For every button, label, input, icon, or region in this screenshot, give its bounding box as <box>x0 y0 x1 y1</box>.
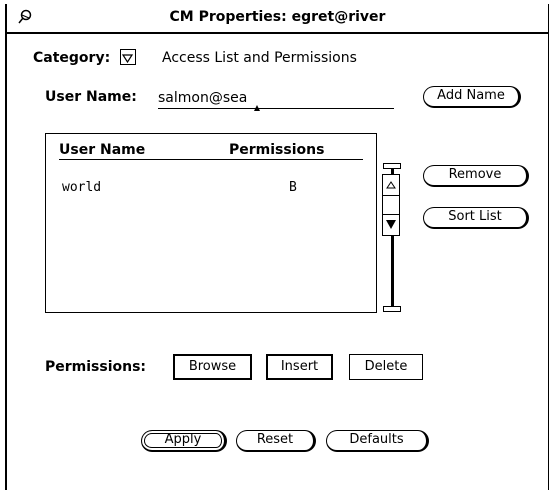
column-header-permissions: Permissions <box>229 142 325 158</box>
text-caret-icon <box>254 105 260 111</box>
title-bar[interactable]: CM Properties: egret@river <box>7 4 548 34</box>
category-value: Access List and Permissions <box>162 50 357 66</box>
list-item-user: world <box>62 180 102 195</box>
apply-button[interactable]: Apply <box>141 430 227 452</box>
permissions-label: Permissions: <box>45 359 147 375</box>
scroll-down-button[interactable] <box>383 215 399 235</box>
user-name-input[interactable] <box>158 88 394 109</box>
insert-permission-toggle[interactable]: Insert <box>266 354 333 380</box>
reset-button[interactable]: Reset <box>236 430 316 452</box>
scroll-up-button[interactable] <box>383 175 399 196</box>
sort-list-button[interactable]: Sort List <box>423 207 529 229</box>
scrollbar-elevator[interactable] <box>382 174 400 236</box>
access-list: User Name Permissions world B <box>45 133 377 313</box>
list-item[interactable]: world B <box>59 180 359 200</box>
list-item-permissions: B <box>289 180 297 195</box>
category-label: Category: <box>33 50 111 66</box>
defaults-button[interactable]: Defaults <box>326 430 429 452</box>
user-name-label: User Name: <box>45 89 137 105</box>
delete-permission-toggle[interactable]: Delete <box>349 354 423 380</box>
menu-triangle-icon <box>121 54 134 64</box>
scrollbar-top-cable-anchor[interactable] <box>383 163 401 169</box>
list-header-divider <box>59 159 363 160</box>
column-header-user-name: User Name <box>59 142 146 158</box>
category-menu-button[interactable] <box>120 49 136 65</box>
scroll-up-arrow-icon <box>386 181 396 189</box>
window-title: CM Properties: egret@river <box>169 9 386 25</box>
remove-button[interactable]: Remove <box>423 165 529 187</box>
add-name-button[interactable]: Add Name <box>423 86 521 108</box>
scroll-drag-area[interactable] <box>383 196 399 215</box>
scrollbar-bottom-cable-anchor[interactable] <box>383 306 401 312</box>
scroll-down-arrow-icon <box>386 220 396 229</box>
browse-permission-toggle[interactable]: Browse <box>173 354 252 380</box>
